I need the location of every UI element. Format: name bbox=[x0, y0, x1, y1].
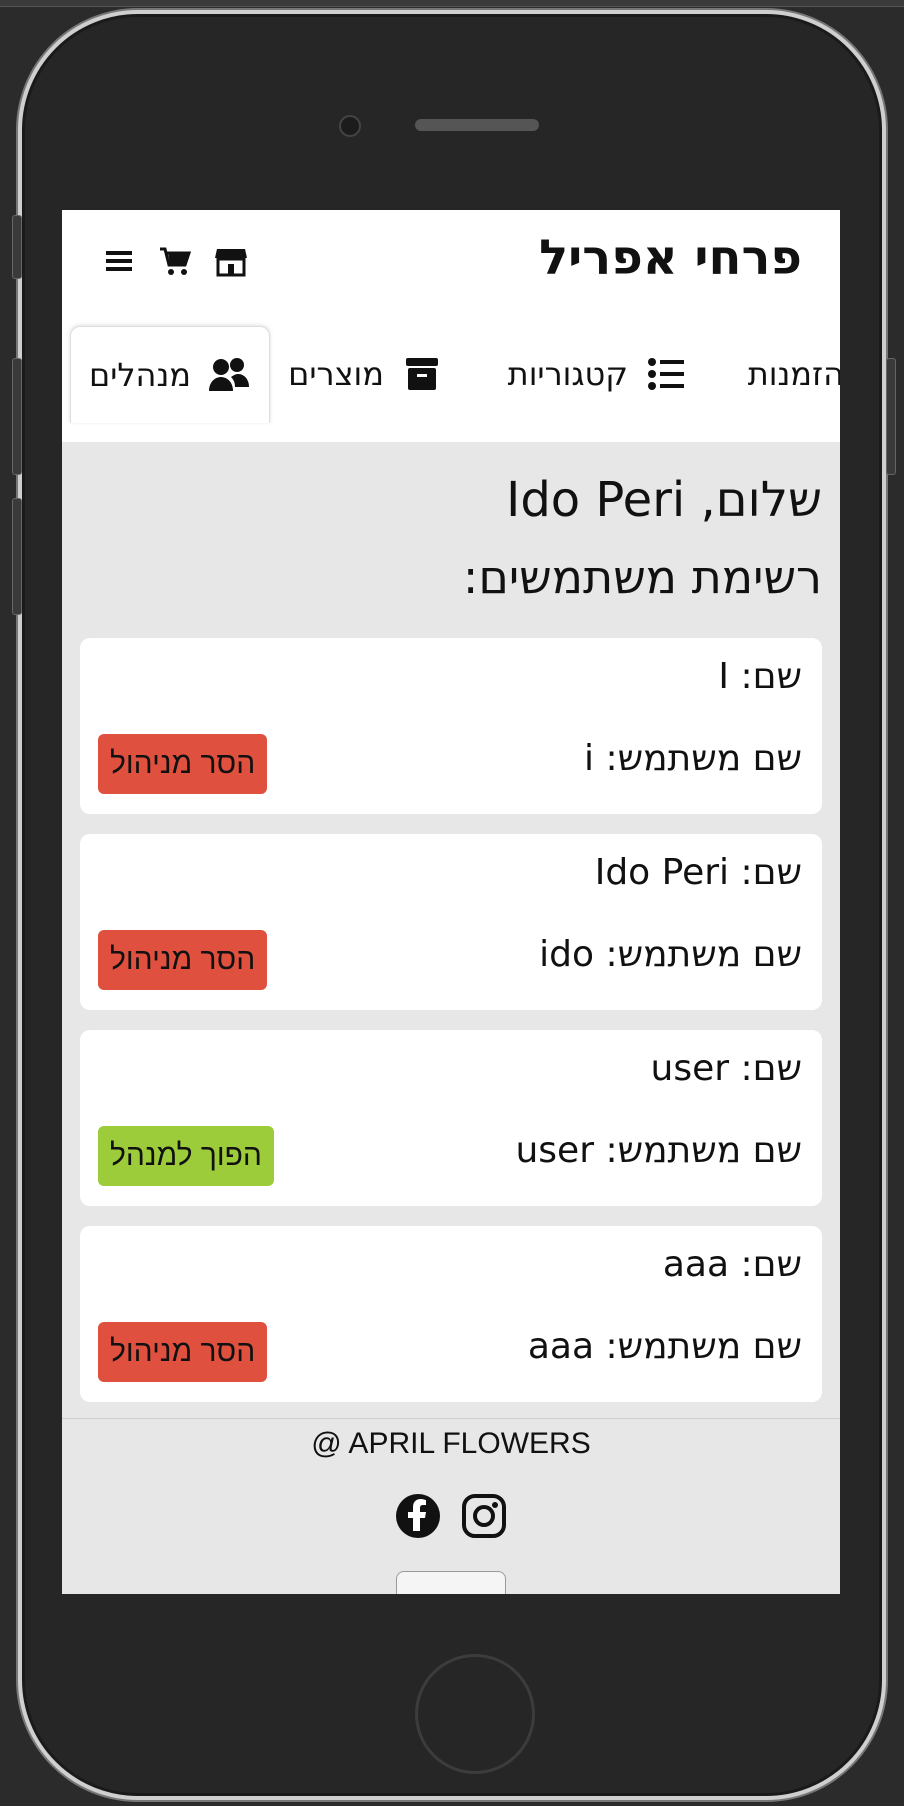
tab-label: מוצרים bbox=[288, 355, 384, 393]
user-card: שם: Ido Peri שם משתמש: ido הסר מניהול bbox=[80, 834, 822, 1010]
tab-products[interactable]: מוצרים bbox=[288, 326, 444, 422]
social-links bbox=[62, 1493, 840, 1539]
brand-title[interactable]: פרחי אפריל bbox=[539, 230, 802, 286]
user-name: שם: Ido Peri bbox=[594, 852, 802, 893]
phone-power-button bbox=[886, 358, 896, 475]
tab-managers[interactable]: מנהלים bbox=[69, 326, 270, 423]
phone-volume-up bbox=[12, 358, 22, 475]
user-name: שם: I bbox=[718, 656, 802, 697]
store-icon[interactable] bbox=[214, 244, 248, 278]
tab-categories[interactable]: קטגוריות bbox=[508, 326, 688, 422]
scroll-top-button[interactable] bbox=[396, 1571, 506, 1594]
user-username: שם משתמש: ido bbox=[539, 934, 802, 975]
user-card: שם: aaa שם משתמש: aaa הסר מניהול bbox=[80, 1226, 822, 1402]
user-username: שם משתמש: aaa bbox=[527, 1326, 802, 1367]
user-name: שם: user bbox=[650, 1048, 803, 1089]
user-card: שם: I שם משתמש: i הסר מניהול bbox=[80, 638, 822, 814]
footer: @ APRIL FLOWERS bbox=[62, 1418, 840, 1594]
user-card: שם: user שם משתמש: user הפוך למנהל bbox=[80, 1030, 822, 1206]
phone-volume-down bbox=[12, 498, 22, 615]
user-username: שם משתמש: i bbox=[584, 738, 802, 779]
phone-home-button[interactable] bbox=[415, 1654, 535, 1774]
remove-admin-button[interactable]: הסר מניהול bbox=[98, 734, 268, 794]
header-icons bbox=[102, 244, 248, 278]
tab-label: קטגוריות bbox=[507, 355, 628, 393]
app-header: פרחי אפריל bbox=[62, 210, 840, 310]
remove-admin-button[interactable]: הסר מניהול bbox=[98, 1322, 268, 1382]
app-screen: פרחי אפריל מנהלים מוצרים קטגוריות הזמנות… bbox=[62, 210, 840, 1594]
box-icon bbox=[406, 358, 438, 390]
facebook-icon[interactable] bbox=[395, 1493, 441, 1539]
phone-speaker bbox=[415, 119, 539, 131]
user-username: שם משתמש: user bbox=[515, 1130, 802, 1171]
nav-tabs: מנהלים מוצרים קטגוריות הזמנות bbox=[62, 316, 840, 423]
user-list-title: רשימת משתמשים: bbox=[462, 550, 822, 604]
users-icon bbox=[209, 358, 249, 391]
window-top-bar bbox=[0, 0, 904, 7]
user-name: שם: aaa bbox=[662, 1244, 802, 1285]
phone-camera bbox=[339, 115, 361, 137]
phone-mute-switch bbox=[12, 215, 22, 279]
make-admin-button[interactable]: הפוך למנהל bbox=[98, 1126, 274, 1186]
remove-admin-button[interactable]: הסר מניהול bbox=[98, 930, 268, 990]
cart-icon[interactable] bbox=[158, 244, 192, 278]
tab-label: הזמנות bbox=[747, 355, 840, 393]
tab-label: מנהלים bbox=[88, 356, 191, 394]
tab-orders[interactable]: הזמנות bbox=[748, 326, 840, 422]
instagram-icon[interactable] bbox=[461, 1493, 507, 1539]
menu-icon[interactable] bbox=[102, 244, 136, 278]
copyright-text: @ APRIL FLOWERS bbox=[311, 1427, 591, 1460]
greeting: שלום, Ido Peri bbox=[506, 472, 822, 528]
list-icon bbox=[648, 358, 684, 390]
